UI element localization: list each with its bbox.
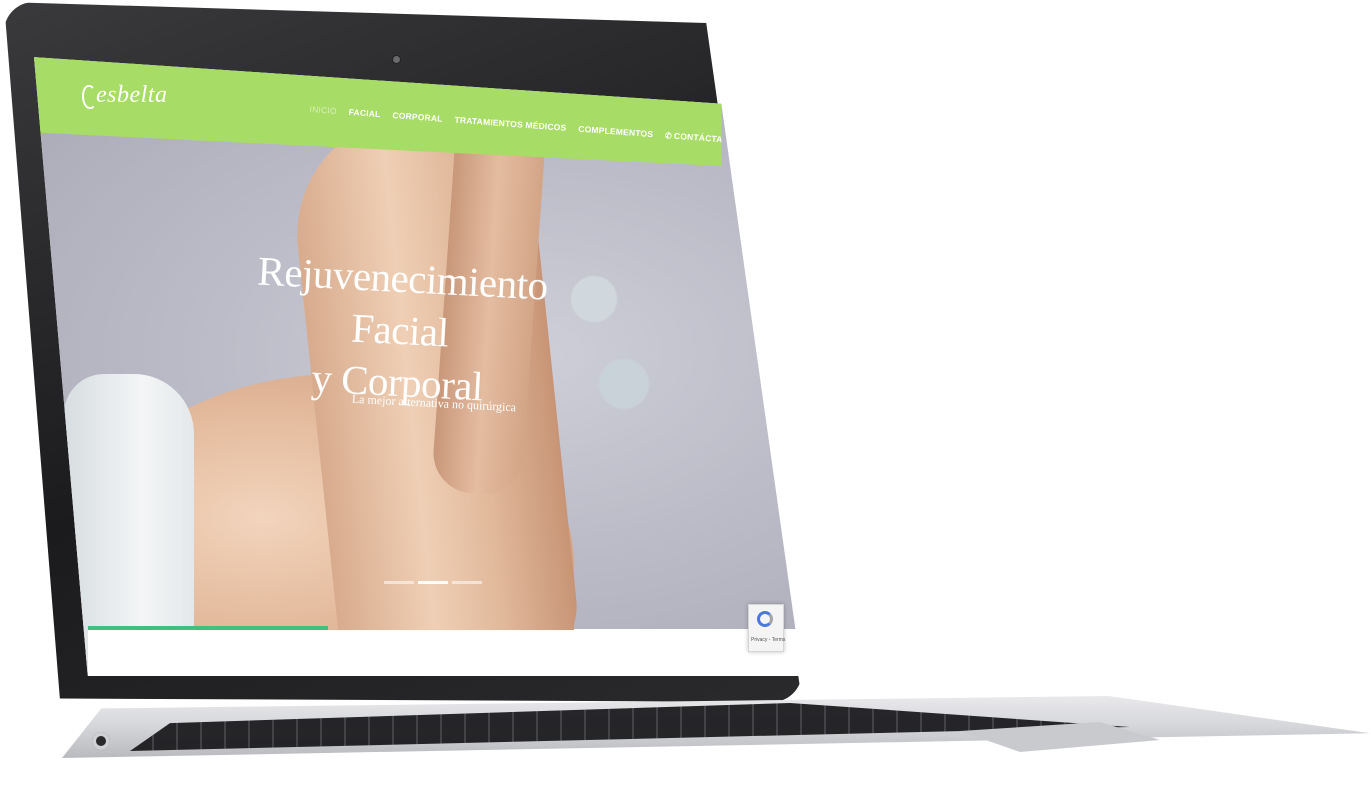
main-nav: INICIO FACIAL CORPORAL TRATAMIENTOS MÉDI… (309, 104, 742, 146)
slider-dot-3[interactable] (452, 581, 482, 584)
nav-item-facial[interactable]: FACIAL (348, 107, 381, 119)
recaptcha-icon (757, 611, 773, 627)
recaptcha-text[interactable]: Privacy - Terms (751, 637, 785, 643)
logo-text: esbelta (96, 82, 168, 108)
nav-item-complementos[interactable]: COMPLEMENTOS (578, 124, 654, 139)
slider-dot-2[interactable] (418, 581, 448, 584)
nav-item-tratamientos-medicos[interactable]: TRATAMIENTOS MÉDICOS (454, 115, 567, 133)
nav-item-corporal[interactable]: CORPORAL (392, 110, 443, 124)
phone-icon: ✆ (664, 131, 673, 141)
camera-icon (393, 56, 400, 63)
hero-title-line1: Rejuvenecimiento Facial (256, 247, 549, 356)
site-logo[interactable]: esbelta (80, 82, 167, 109)
laptop-screen: esbelta INICIO FACIAL CORPORAL TRATAMIEN… (34, 57, 802, 676)
slider-pagination (384, 581, 482, 584)
recaptcha-badge[interactable]: Privacy - Terms (748, 604, 785, 652)
page-progress-bar (88, 626, 328, 630)
content-area (88, 630, 802, 676)
headphone-jack-icon (92, 732, 110, 750)
nav-item-contactanos[interactable]: ✆CONTÁCTANOS (664, 130, 742, 146)
nav-item-inicio[interactable]: INICIO (309, 104, 337, 116)
logo-leaf-icon (80, 83, 96, 109)
slider-dot-1[interactable] (384, 581, 414, 584)
hero-title: Rejuvenecimiento Facial y Corporal (216, 243, 584, 418)
nav-item-contactanos-label: CONTÁCTANOS (673, 130, 742, 146)
